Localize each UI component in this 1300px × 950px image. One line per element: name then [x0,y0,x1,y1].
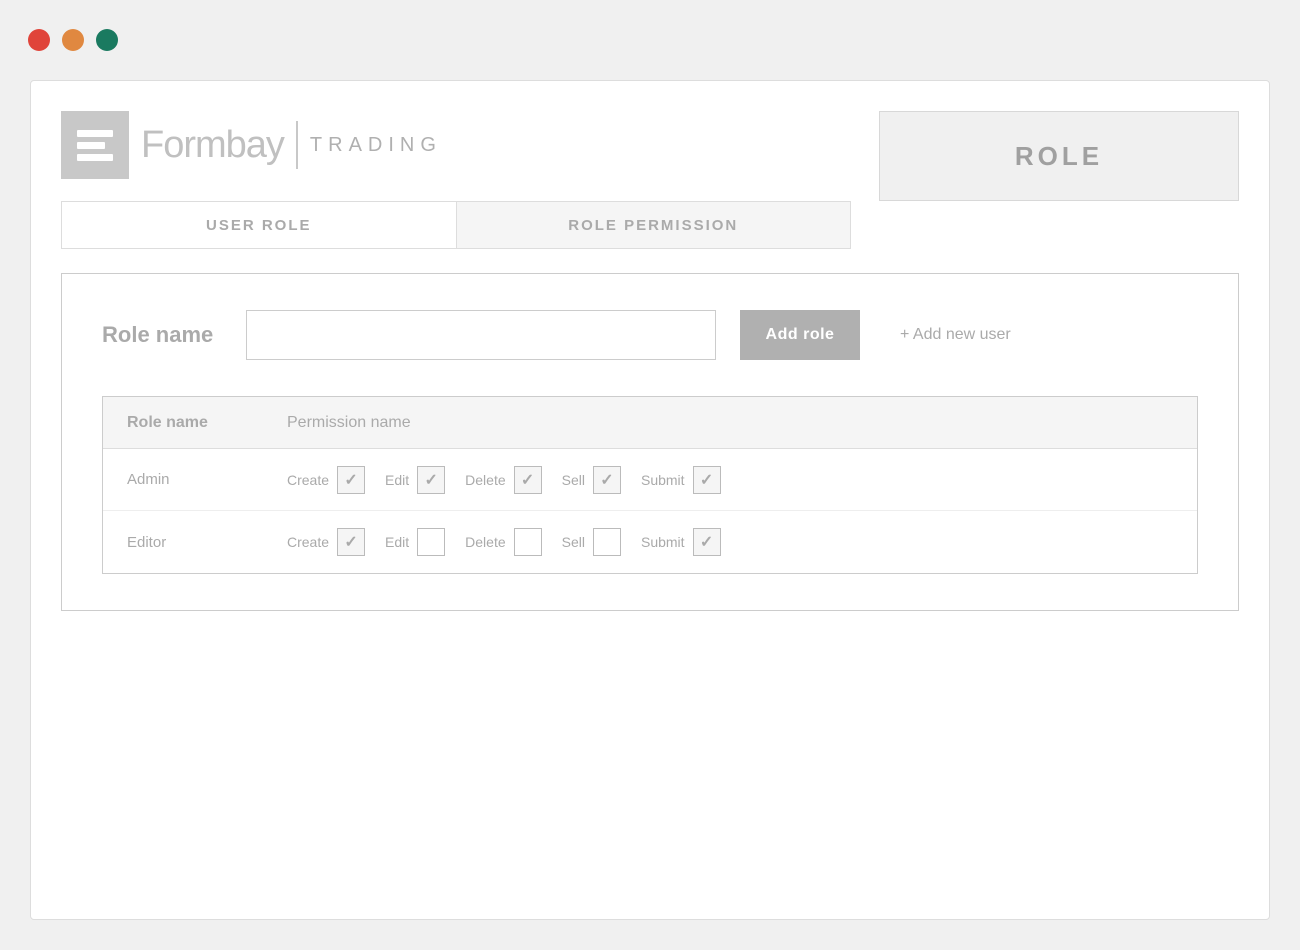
admin-delete: Delete [465,466,541,494]
col-permission-name: Permission name [287,414,411,432]
table-header: Role name Permission name [103,397,1197,449]
logo-line-3 [77,154,113,161]
table-body: Admin Create Edit Delete [103,449,1197,573]
logo-line-1 [77,130,113,137]
label-edit-1: Edit [385,534,409,550]
tabs-row: USER ROLE ROLE PERMISSION [61,201,851,249]
titlebar [0,0,1300,80]
col-role-name: Role name [127,414,287,432]
logo-trading: TRADING [310,134,442,157]
label-sell-1: Sell [562,534,585,550]
editor-submit: Submit [641,528,721,556]
checkbox-delete-0[interactable] [514,466,542,494]
permissions-table: Role name Permission name Admin Create E… [102,396,1198,574]
logo-name: Formbay [141,124,284,167]
label-submit-0: Submit [641,472,685,488]
role-admin: Admin [127,471,287,488]
editor-sell: Sell [562,528,621,556]
editor-delete: Delete [465,528,541,556]
add-role-button[interactable]: Add role [740,310,860,360]
logo-line-2 [77,142,105,149]
checkbox-edit-1[interactable] [417,528,445,556]
header-row: Formbay TRADING ROLE [61,111,1239,201]
main-area: Formbay TRADING ROLE USER ROLE ROLE PERM… [30,80,1270,920]
logo-icon-lines [77,130,113,161]
logo-text: Formbay TRADING [141,121,442,169]
admin-create: Create [287,466,365,494]
checkbox-submit-1[interactable] [693,528,721,556]
checkbox-delete-1[interactable] [514,528,542,556]
role-button[interactable]: ROLE [879,111,1239,201]
logo-icon [61,111,129,179]
admin-submit: Submit [641,466,721,494]
checkbox-create-1[interactable] [337,528,365,556]
table-row: Admin Create Edit Delete [103,449,1197,511]
role-name-row: Role name Add role + Add new user [102,310,1198,360]
label-sell-0: Sell [562,472,585,488]
maximize-button[interactable] [96,29,118,51]
checkbox-sell-0[interactable] [593,466,621,494]
logo-divider [296,121,298,169]
role-editor: Editor [127,534,287,551]
editor-create: Create [287,528,365,556]
checkbox-submit-0[interactable] [693,466,721,494]
close-button[interactable] [28,29,50,51]
add-new-user-link[interactable]: + Add new user [900,326,1011,344]
label-create-0: Create [287,472,329,488]
label-delete-0: Delete [465,472,505,488]
label-edit-0: Edit [385,472,409,488]
label-delete-1: Delete [465,534,505,550]
checkbox-edit-0[interactable] [417,466,445,494]
checkbox-create-0[interactable] [337,466,365,494]
admin-sell: Sell [562,466,621,494]
editor-permissions: Create Edit Delete Sell [287,528,1173,556]
minimize-button[interactable] [62,29,84,51]
admin-permissions: Create Edit Delete Sell [287,466,1173,494]
label-submit-1: Submit [641,534,685,550]
role-name-label: Role name [102,322,222,348]
tab-role-permission[interactable]: ROLE PERMISSION [457,202,851,248]
label-create-1: Create [287,534,329,550]
tab-user-role[interactable]: USER ROLE [62,202,457,248]
table-row: Editor Create Edit Delete [103,511,1197,573]
content-panel: Role name Add role + Add new user Role n… [61,273,1239,611]
logo-area: Formbay TRADING [61,111,442,179]
editor-edit: Edit [385,528,445,556]
admin-edit: Edit [385,466,445,494]
checkbox-sell-1[interactable] [593,528,621,556]
role-name-input[interactable] [246,310,716,360]
